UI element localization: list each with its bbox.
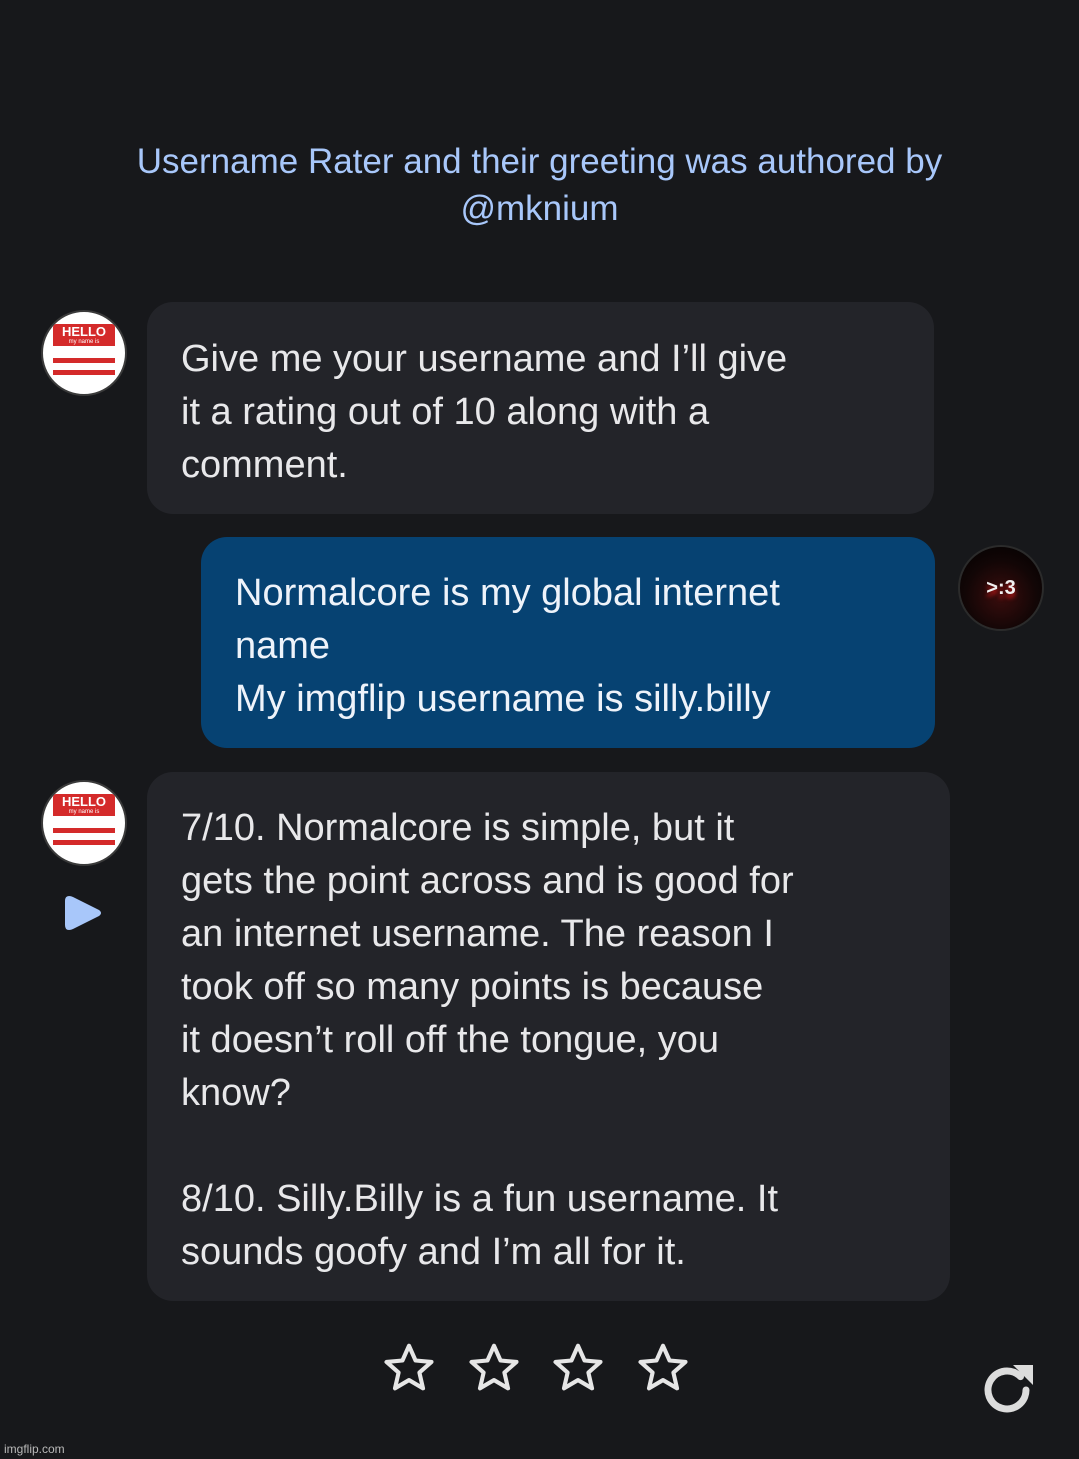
star-outline-icon[interactable] [634,1339,692,1397]
hello-tag-banner: HELLO my name is [53,794,115,816]
imgflip-watermark: imgflip.com [4,1442,65,1456]
character-author-header: Username Rater and their greeting was au… [40,138,1039,232]
bot-avatar[interactable]: HELLO my name is [41,310,127,396]
user-avatar[interactable]: >:3 [958,545,1044,631]
hello-tag-banner: HELLO my name is [53,324,115,346]
star-outline-icon[interactable] [380,1339,438,1397]
tag-line [53,358,115,363]
tag-line [53,370,115,375]
header-line-1: Username Rater and their greeting was au… [136,142,943,181]
tag-line [53,828,115,833]
play-icon[interactable] [63,892,103,934]
author-handle[interactable]: @mknium [40,185,1039,232]
star-outline-icon[interactable] [549,1339,607,1397]
user-message-bubble: Normalcore is my global internet name My… [201,537,935,748]
bot-message-bubble: 7/10. Normalcore is simple, but it gets … [147,772,950,1301]
tag-line [53,840,115,845]
user-avatar-text: >:3 [986,577,1016,599]
bot-message-bubble: Give me your username and I’ll give it a… [147,302,934,514]
star-outline-icon[interactable] [465,1339,523,1397]
refresh-icon[interactable] [976,1358,1040,1422]
bot-avatar[interactable]: HELLO my name is [41,780,127,866]
